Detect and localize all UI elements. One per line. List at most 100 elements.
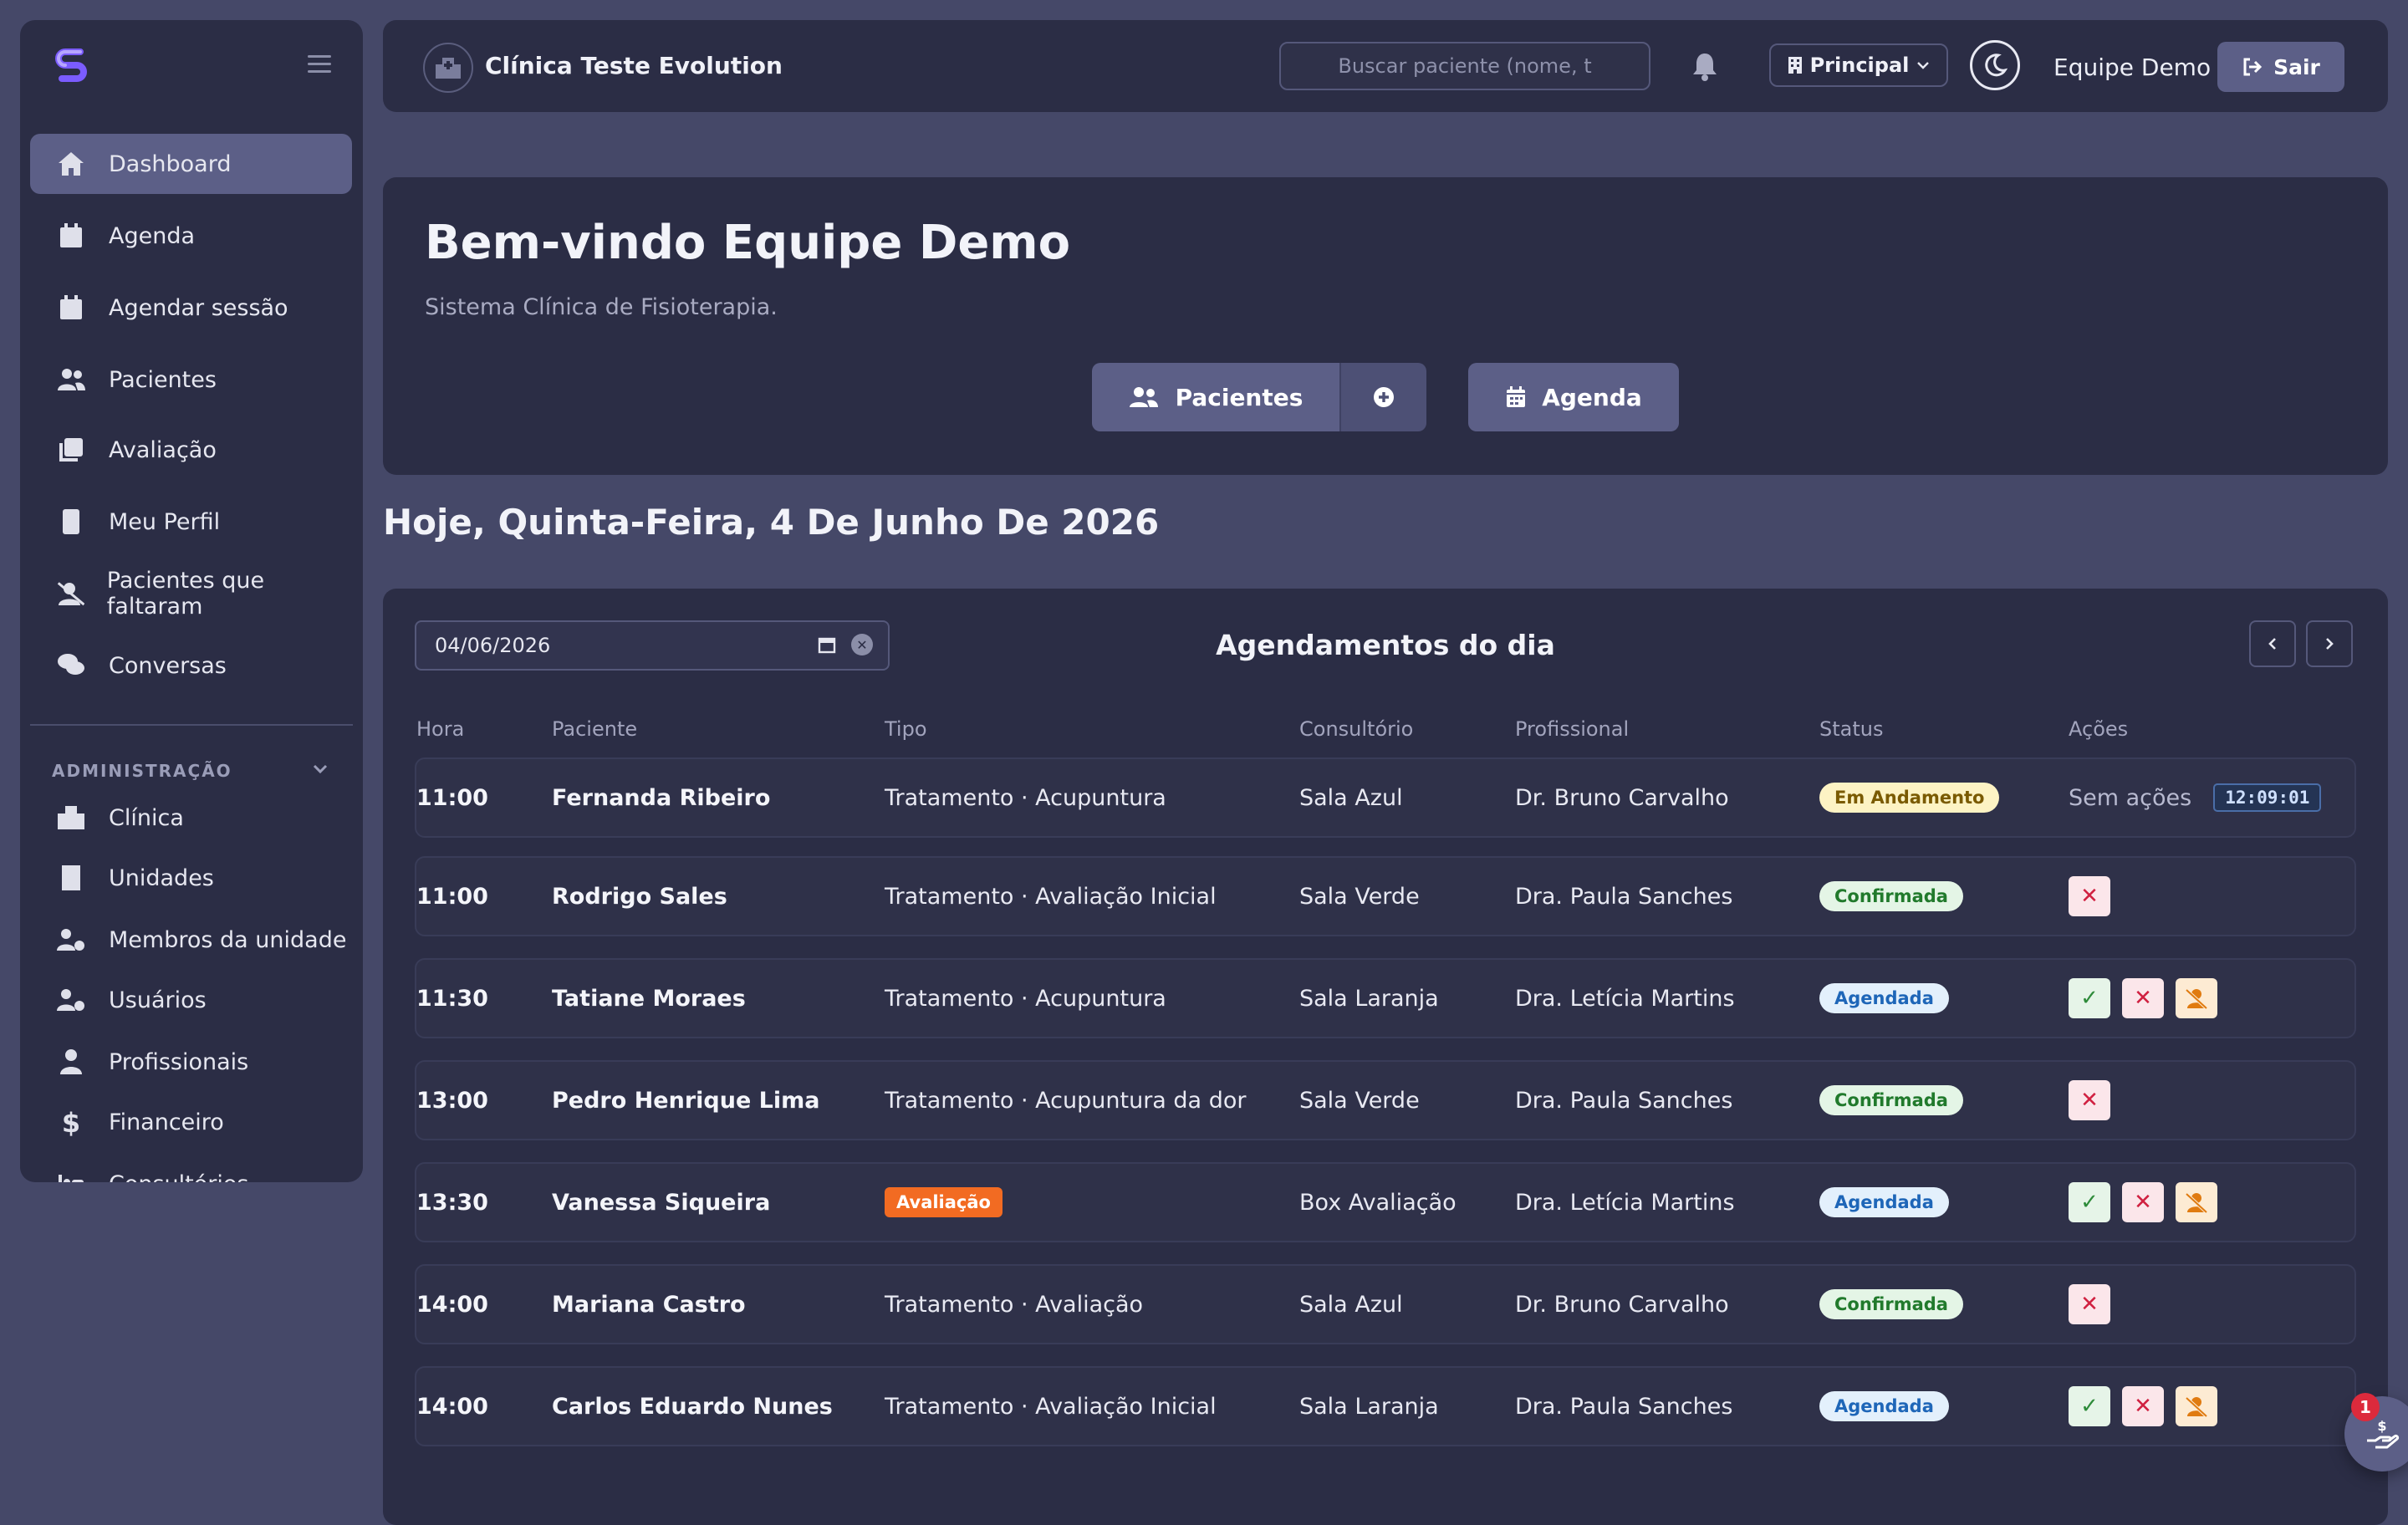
sidebar-item-agendar-sessao[interactable]: Agendar sessão — [30, 278, 352, 338]
previous-day-button[interactable] — [2249, 620, 2296, 667]
actions-cell: ✓ ✕ — [2069, 1164, 2229, 1241]
column-header-status: Status — [1819, 717, 1884, 741]
professional: Dr. Bruno Carvalho — [1515, 784, 1729, 811]
professional: Dra. Paula Sanches — [1515, 883, 1733, 910]
menu-toggle-icon[interactable] — [308, 55, 331, 78]
confirm-appointment-button[interactable]: ✓ — [2069, 1182, 2110, 1222]
today-date-heading: Hoje, Quinta-Feira, 4 De Junho De 2026 — [383, 502, 1160, 543]
close-icon: ✕ — [2134, 1394, 2152, 1419]
patient-name[interactable]: Pedro Henrique Lima — [552, 1062, 819, 1139]
agenda-button[interactable]: Agenda — [1468, 363, 1679, 431]
sidebar-item-membros-da-unidade[interactable]: Membros da unidade — [30, 910, 352, 970]
users-icon — [1129, 387, 1158, 407]
next-day-button[interactable] — [2306, 620, 2353, 667]
status-badge: Em Andamento — [1819, 783, 2000, 813]
column-header-hora: Hora — [416, 717, 465, 741]
patient-search-input[interactable]: Buscar paciente (nome, t — [1279, 42, 1650, 90]
moon-icon — [1985, 54, 2008, 77]
cancel-appointment-button[interactable]: ✕ — [2069, 1080, 2110, 1120]
room: Sala Azul — [1299, 784, 1403, 811]
patient-name[interactable]: Fernanda Ribeiro — [552, 759, 770, 836]
sidebar-item-profissionais[interactable]: Profissionais — [30, 1032, 352, 1092]
actions-cell: Sem ações 12:09:01 — [2069, 759, 2322, 836]
sidebar-item-pacientes-que-faltaram[interactable]: Pacientes que faltaram — [30, 564, 352, 624]
status-cell: Agendada — [1819, 1164, 1949, 1241]
sidebar-item-label: Conversas — [109, 652, 227, 679]
cancel-appointment-button[interactable]: ✕ — [2122, 1182, 2164, 1222]
cancel-appointment-button[interactable]: ✕ — [2069, 876, 2110, 916]
sidebar-item-label: Pacientes que faltaram — [106, 568, 265, 620]
theme-toggle-button[interactable] — [1970, 40, 2020, 90]
sidebar-item-conversas[interactable]: Conversas — [30, 635, 352, 696]
appointment-type: Tratamento · Avaliação Inicial — [885, 883, 1217, 910]
sidebar-item-label: Consultórios — [109, 1171, 248, 1183]
patients-button[interactable]: Pacientes — [1092, 363, 1339, 431]
add-patient-button[interactable] — [1339, 363, 1426, 431]
appointment-row[interactable]: 14:00 Carlos Eduardo Nunes Tratamento · Av… — [415, 1366, 2356, 1446]
professional: Dra. Paula Sanches — [1515, 1087, 1733, 1114]
appointment-row[interactable]: 11:00 Rodrigo Sales Tratamento · Avaliação… — [415, 856, 2356, 936]
welcome-card: Bem-vindo Equipe Demo Sistema Clínica de… — [383, 177, 2388, 475]
check-icon: ✓ — [2080, 1394, 2099, 1419]
sidebar-item-dashboard[interactable]: Dashboard — [30, 134, 352, 194]
user-slash-icon — [2185, 1396, 2208, 1418]
patient-name[interactable]: Rodrigo Sales — [552, 858, 727, 935]
sidebar-item-label: Avaliação — [109, 436, 217, 463]
app-logo-icon[interactable] — [50, 43, 92, 85]
sidebar-item-agenda[interactable]: Agenda — [30, 206, 352, 266]
patient-name[interactable]: Mariana Castro — [552, 1266, 746, 1343]
professional: Dra. Paula Sanches — [1515, 1393, 1733, 1420]
sidebar-item-clinica[interactable]: Clínica — [30, 788, 352, 848]
sidebar-item-consultorios[interactable]: Consultórios — [30, 1154, 352, 1182]
patient-name[interactable]: Vanessa Siqueira — [552, 1164, 770, 1241]
confirm-appointment-button[interactable]: ✓ — [2069, 1386, 2110, 1426]
unit-select[interactable]: Principal — [1769, 43, 1948, 87]
user-name[interactable]: Equipe Demo — [2053, 54, 2211, 81]
sign-out-icon — [2243, 58, 2263, 76]
mark-no-show-button[interactable] — [2176, 978, 2217, 1018]
status-cell: Agendada — [1819, 960, 1949, 1037]
sidebar-item-label: Membros da unidade — [109, 926, 347, 953]
column-header-acoes: Ações — [2069, 717, 2129, 741]
logout-button[interactable]: Sair — [2217, 42, 2344, 92]
users-gear-icon — [55, 984, 87, 1016]
sidebar-item-label: Pacientes — [109, 366, 217, 393]
room: Sala Azul — [1299, 1291, 1403, 1318]
professional: Dr. Bruno Carvalho — [1515, 1291, 1729, 1318]
sidebar-item-label: Financeiro — [109, 1109, 224, 1135]
sidebar-item-avaliacao[interactable]: Avaliação — [30, 420, 352, 480]
sidebar-item-financeiro[interactable]: $ Financeiro — [30, 1092, 352, 1152]
cancel-appointment-button[interactable]: ✕ — [2122, 1386, 2164, 1426]
actions-cell: ✓ ✕ — [2069, 1368, 2229, 1445]
mark-no-show-button[interactable] — [2176, 1386, 2217, 1426]
sidebar-item-usuarios[interactable]: Usuários — [30, 970, 352, 1030]
cancel-appointment-button[interactable]: ✕ — [2069, 1284, 2110, 1324]
hand-dollar-icon: $ — [2367, 1418, 2400, 1449]
appointment-row[interactable]: 13:30 Vanessa Siqueira Avaliação Box Avalia… — [415, 1162, 2356, 1242]
bell-icon[interactable] — [1689, 50, 1721, 82]
room: Sala Laranja — [1299, 985, 1439, 1012]
appointment-time: 14:00 — [416, 1393, 488, 1420]
cancel-appointment-button[interactable]: ✕ — [2122, 978, 2164, 1018]
status-badge: Confirmada — [1819, 1289, 1963, 1319]
appointment-type: Avaliação — [885, 1164, 1002, 1241]
confirm-appointment-button[interactable]: ✓ — [2069, 978, 2110, 1018]
patient-name[interactable]: Carlos Eduardo Nunes — [552, 1368, 833, 1445]
sidebar-item-pacientes[interactable]: Pacientes — [30, 349, 352, 410]
appointment-row[interactable]: 13:00 Pedro Henrique Lima Tratamento · Acu… — [415, 1060, 2356, 1140]
appointment-row[interactable]: 14:00 Mariana Castro Tratamento · Avaliaçã… — [415, 1264, 2356, 1344]
sidebar-item-meu-perfil[interactable]: Meu Perfil — [30, 492, 352, 552]
appointment-row[interactable]: 11:30 Tatiane Moraes Tratamento · Acupuntu… — [415, 958, 2356, 1038]
sidebar-item-label: Usuários — [109, 987, 207, 1013]
sidebar-item-unidades[interactable]: Unidades — [30, 848, 352, 908]
chevron-down-icon[interactable] — [311, 759, 329, 778]
calendar-plus-icon — [55, 292, 87, 324]
appointment-row[interactable]: 11:00 Fernanda Ribeiro Tratamento · Acupun… — [415, 757, 2356, 838]
user-slash-icon — [55, 578, 85, 609]
chevron-right-icon — [2326, 638, 2334, 650]
building-icon — [55, 862, 87, 894]
appointment-type: Tratamento · Avaliação — [885, 1291, 1144, 1318]
home-icon — [55, 148, 87, 180]
patient-name[interactable]: Tatiane Moraes — [552, 960, 746, 1037]
mark-no-show-button[interactable] — [2176, 1182, 2217, 1222]
